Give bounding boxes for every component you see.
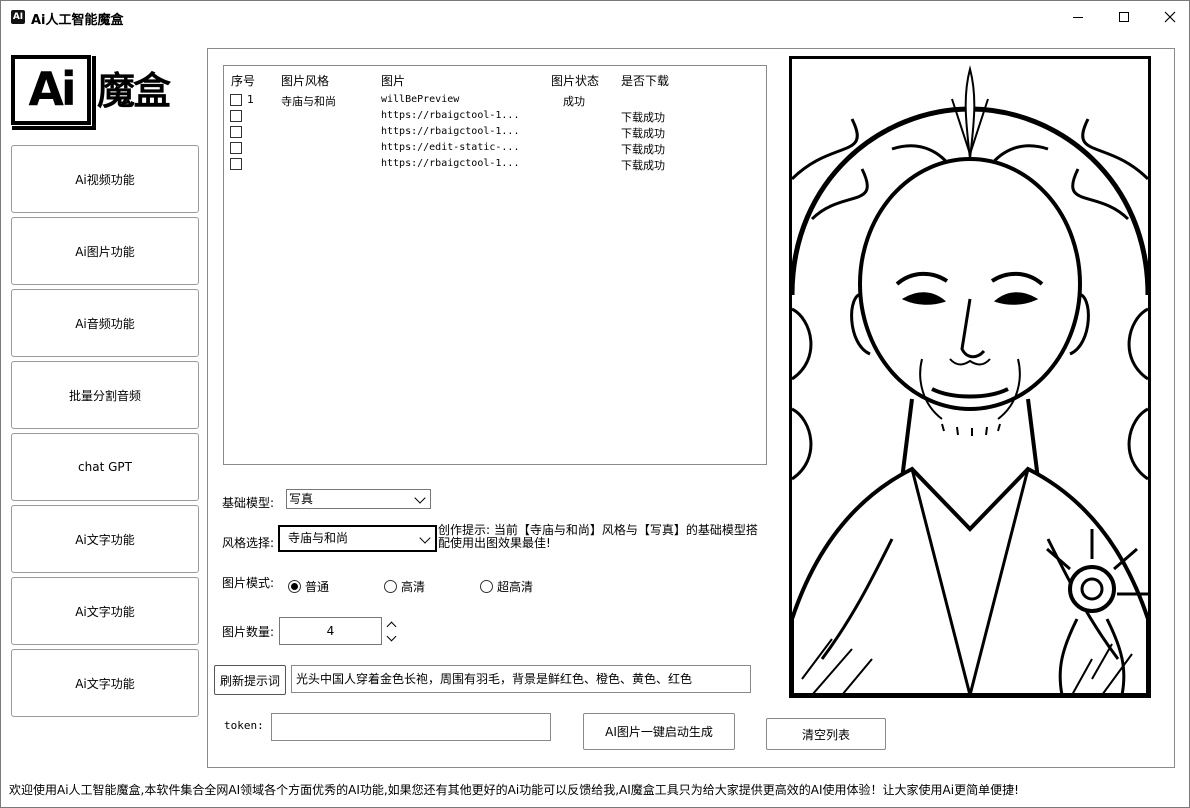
row-checkbox[interactable] xyxy=(230,158,242,170)
row-download: 下载成功 xyxy=(621,127,665,140)
row-image: https://edit-static-... xyxy=(381,142,520,153)
maximize-button[interactable] xyxy=(1101,1,1147,33)
style-select[interactable]: 寺庙与和尚 xyxy=(278,525,437,552)
base-model-select[interactable]: 写真 xyxy=(286,489,431,509)
column-header-status: 图片状态 xyxy=(551,74,600,88)
clear-list-button[interactable]: 清空列表 xyxy=(766,718,886,750)
mode-radio-label: 高清 xyxy=(401,580,426,594)
mode-radio-normal[interactable]: 普通 xyxy=(288,578,329,595)
table-row[interactable]: https://rbaigctool-1... 下载成功 xyxy=(224,108,764,124)
app-window: AI Ai人工智能魔盒 Ai 魔盒 Ai视频功能 Ai图片功能 Ai音频功能 批… xyxy=(0,0,1190,808)
column-header-download: 是否下载 xyxy=(621,74,670,88)
base-model-label: 基础模型: xyxy=(222,496,275,510)
minimize-button[interactable] xyxy=(1055,1,1101,33)
row-index: 1 xyxy=(247,93,254,106)
image-count-stepper[interactable] xyxy=(386,619,398,645)
row-status: 成功 xyxy=(563,95,585,108)
refresh-prompt-button[interactable]: 刷新提示词 xyxy=(214,665,286,695)
chevron-up-icon[interactable] xyxy=(386,621,397,632)
row-checkbox[interactable] xyxy=(230,110,242,122)
image-count-input[interactable]: 4 xyxy=(279,617,382,645)
close-button[interactable] xyxy=(1147,1,1190,33)
table-row[interactable]: https://edit-static-... 下载成功 xyxy=(224,140,764,156)
image-count-label: 图片数量: xyxy=(222,625,275,639)
logo-ai-mark: Ai xyxy=(11,55,96,130)
row-image: willBePreview xyxy=(381,94,460,105)
mode-radio-label: 超高清 xyxy=(497,580,534,594)
mode-radio-label: 普通 xyxy=(305,580,330,594)
radio-icon xyxy=(480,580,493,593)
row-download: 下载成功 xyxy=(621,111,665,124)
sidebar-item-ai-text[interactable]: Ai文字功能 xyxy=(11,505,199,573)
result-table[interactable]: 序号 图片风格 图片 图片状态 是否下载 1 寺庙与和尚 willBePrevi… xyxy=(223,65,767,465)
row-image: https://rbaigctool-1... xyxy=(381,158,520,169)
chevron-down-icon xyxy=(414,492,426,504)
radio-selected-icon xyxy=(288,580,301,593)
row-checkbox[interactable] xyxy=(230,94,242,106)
row-checkbox[interactable] xyxy=(230,142,242,154)
row-download: 下载成功 xyxy=(621,159,665,172)
mode-radio-ultra-hd[interactable]: 超高清 xyxy=(480,578,533,595)
row-style: 寺庙与和尚 xyxy=(281,95,336,108)
chevron-down-icon xyxy=(419,532,431,544)
column-header-image: 图片 xyxy=(381,74,406,88)
column-header-style: 图片风格 xyxy=(281,74,330,88)
app-logo: Ai 魔盒 xyxy=(11,55,176,130)
table-row[interactable]: https://rbaigctool-1... 下载成功 xyxy=(224,156,764,172)
style-label: 风格选择: xyxy=(222,536,275,550)
row-checkbox[interactable] xyxy=(230,126,242,138)
table-row[interactable]: 1 寺庙与和尚 willBePreview 成功 xyxy=(224,92,764,108)
row-image: https://rbaigctool-1... xyxy=(381,126,520,137)
status-bar-message: 欢迎使用Ai人工智能魔盒,本软件集合全网AI领域各个方面优秀的AI功能,如果您还… xyxy=(9,783,1019,797)
column-header-index: 序号 xyxy=(231,74,256,88)
sidebar-item-batch-split-audio[interactable]: 批量分割音频 xyxy=(11,361,199,429)
sidebar-item-ai-image[interactable]: Ai图片功能 xyxy=(11,217,199,285)
sidebar-item-ai-video[interactable]: Ai视频功能 xyxy=(11,145,199,213)
table-row[interactable]: https://rbaigctool-1... 下载成功 xyxy=(224,124,764,140)
chevron-down-icon[interactable] xyxy=(386,631,397,642)
base-model-value: 写真 xyxy=(289,492,314,506)
radio-icon xyxy=(384,580,397,593)
sidebar-item-ai-audio[interactable]: Ai音频功能 xyxy=(11,289,199,357)
token-input[interactable] xyxy=(271,713,551,741)
row-image: https://rbaigctool-1... xyxy=(381,110,520,121)
mode-radio-hd[interactable]: 高清 xyxy=(384,578,425,595)
prompt-input[interactable]: 光头中国人穿着金色长袍，周围有羽毛，背景是鲜红色、橙色、黄色、红色 xyxy=(291,665,751,693)
logo-title: 魔盒 xyxy=(97,69,171,113)
maximize-icon xyxy=(1119,12,1129,22)
minimize-icon xyxy=(1073,16,1083,18)
style-value: 寺庙与和尚 xyxy=(288,531,349,545)
app-icon: AI xyxy=(11,10,25,24)
image-mode-label: 图片模式: xyxy=(222,576,275,590)
window-title: Ai人工智能魔盒 xyxy=(31,13,124,28)
close-icon xyxy=(1164,11,1176,23)
row-download: 下载成功 xyxy=(621,143,665,156)
sidebar-item-ai-text[interactable]: Ai文字功能 xyxy=(11,649,199,717)
sidebar-item-chat-gpt[interactable]: chat GPT xyxy=(11,433,199,501)
sidebar-item-ai-text[interactable]: Ai文字功能 xyxy=(11,577,199,645)
generated-portrait-image xyxy=(792,59,1148,695)
token-label: token: xyxy=(224,719,264,732)
creation-hint: 创作提示: 当前【寺庙与和尚】风格与【写真】的基础模型搭配使用出图效果最佳! xyxy=(438,523,758,550)
title-bar: AI Ai人工智能魔盒 xyxy=(1,1,1189,33)
generate-button[interactable]: AI图片一键启动生成 xyxy=(583,713,735,750)
preview-image xyxy=(789,56,1151,698)
